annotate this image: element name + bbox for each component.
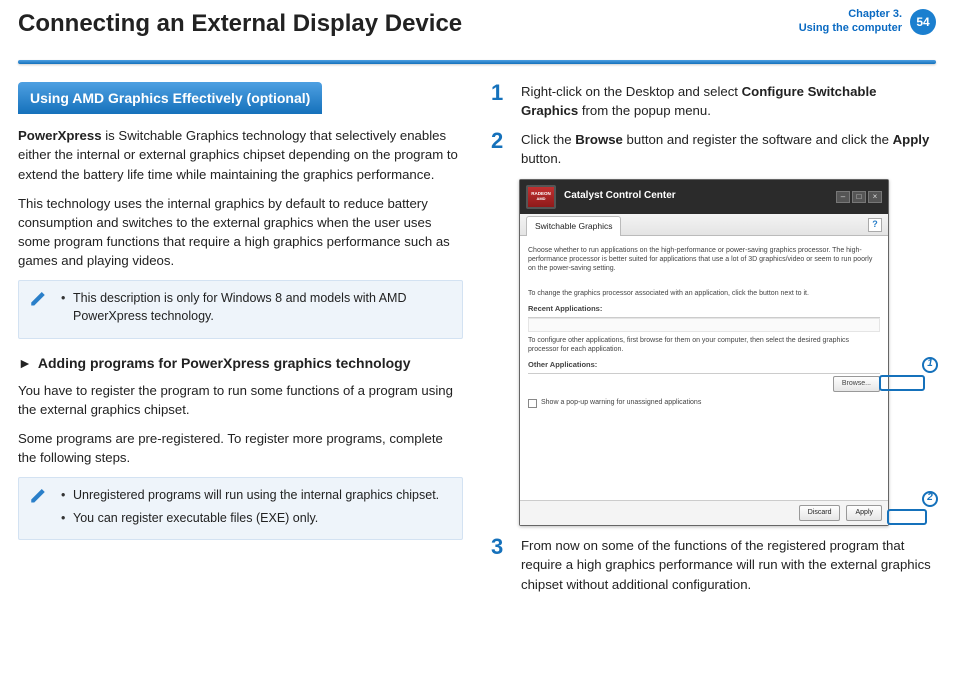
powerxpress-term: PowerXpress [18,128,102,143]
note-item: This description is only for Windows 8 a… [59,289,452,325]
intro-paragraph: PowerXpress is Switchable Graphics techn… [18,126,463,183]
chapter-info: Chapter 3. Using the computer 54 [799,8,936,36]
sub-heading: ►Adding programs for PowerXpress graphic… [18,353,463,373]
popup-warning-checkbox[interactable] [528,399,537,408]
note-icon [29,289,47,307]
step-number: 3 [491,536,511,593]
step-number: 2 [491,130,511,168]
catalyst-screenshot: RADEON AMD Catalyst Control Center – □ ×… [519,179,936,527]
callout-1: 1 [922,357,938,373]
left-column: Using AMD Graphics Effectively (optional… [18,82,463,604]
right-column: 1 Right-click on the Desktop and select … [491,82,936,604]
step-body: Click the Browse button and register the… [521,130,936,168]
catalyst-description: Choose whether to run applications on th… [528,246,880,273]
minimize-button[interactable]: – [836,191,850,203]
page-number-badge: 54 [910,9,936,35]
chapter-line: Chapter 3. [799,8,902,22]
apply-button[interactable]: Apply [846,505,882,521]
catalyst-body: Choose whether to run applications on th… [520,236,888,501]
window-controls: – □ × [836,191,882,203]
catalyst-titlebar: RADEON AMD Catalyst Control Center – □ × [520,180,888,214]
browse-highlight [879,375,925,391]
step-number: 1 [491,82,511,120]
step-body: From now on some of the functions of the… [521,536,936,593]
other-applications-heading: Other Applications: [528,360,880,374]
recent-applications-list [528,318,880,332]
step-3: 3 From now on some of the functions of t… [491,536,936,593]
triangle-icon: ► [18,355,32,371]
paragraph: This technology uses the internal graphi… [18,194,463,271]
catalyst-description: To configure other applications, first b… [528,336,880,354]
catalyst-description: To change the graphics processor associa… [528,289,880,298]
step-1: 1 Right-click on the Desktop and select … [491,82,936,120]
chapter-subline: Using the computer [799,22,902,36]
popup-warning-label: Show a pop-up warning for unassigned app… [541,398,701,408]
close-button[interactable]: × [868,191,882,203]
note-item: You can register executable files (EXE) … [59,509,452,527]
step-body: Right-click on the Desktop and select Co… [521,82,936,120]
catalyst-footer: Discard Apply [520,500,888,525]
section-heading: Using AMD Graphics Effectively (optional… [18,82,322,114]
note-icon [29,486,47,504]
switchable-graphics-tab[interactable]: Switchable Graphics [526,216,621,235]
paragraph: You have to register the program to run … [18,381,463,419]
browse-button[interactable]: Browse... [833,376,880,392]
popup-warning-row: Show a pop-up warning for unassigned app… [528,398,880,408]
note-box: Unregistered programs will run using the… [18,477,463,539]
catalyst-title: Catalyst Control Center [564,189,676,204]
paragraph: Some programs are pre-registered. To reg… [18,429,463,467]
catalyst-tabrow: Switchable Graphics ? [520,214,888,236]
maximize-button[interactable]: □ [852,191,866,203]
catalyst-window: RADEON AMD Catalyst Control Center – □ ×… [519,179,889,527]
apply-highlight [887,509,927,525]
discard-button[interactable]: Discard [799,505,841,521]
page-header: Connecting an External Display Device Ch… [0,0,954,54]
step-2: 2 Click the Browse button and register t… [491,130,936,168]
radeon-badge-icon: RADEON AMD [526,185,556,209]
recent-applications-heading: Recent Applications: [528,304,880,318]
note-item: Unregistered programs will run using the… [59,486,452,504]
note-box: This description is only for Windows 8 a… [18,280,463,338]
callout-2: 2 [922,491,938,507]
help-button[interactable]: ? [868,218,882,232]
